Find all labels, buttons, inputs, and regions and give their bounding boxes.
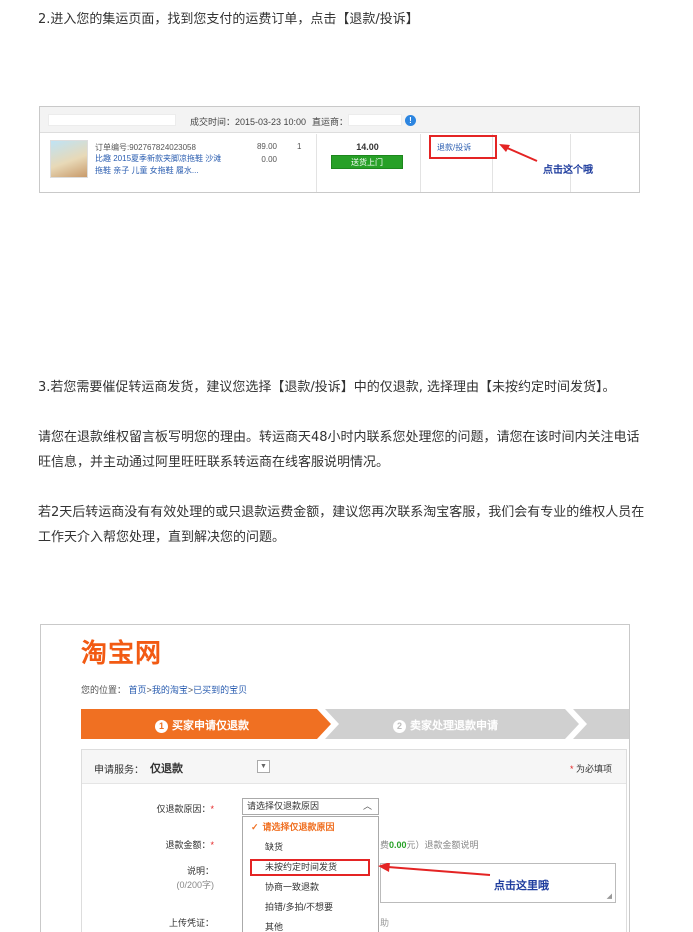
- reason1-line1: 请您在退款维权留言板写明您的理由。转运商天48小时内联系您处理您的问题，请您在该…: [38, 430, 640, 445]
- note-label: 说明：: [186, 866, 214, 876]
- reason-option[interactable]: 缺货: [243, 837, 378, 857]
- service-row: 申请服务： 仅退款 ▼ * 为必填项: [82, 750, 626, 784]
- masked-supplier: [348, 114, 402, 126]
- upload-hint: 助: [380, 918, 390, 928]
- reason-select[interactable]: 请选择仅退款原因 ︿: [242, 798, 379, 815]
- divider: [316, 134, 317, 192]
- product-thumbnail[interactable]: [50, 140, 88, 178]
- breadcrumb-home[interactable]: 首页: [129, 685, 147, 695]
- progress-steps: 1 买家申请仅退款 2 卖家处理退款申请: [81, 709, 629, 739]
- masked-field: [48, 114, 176, 126]
- upload-label: 上传凭证：: [168, 918, 214, 928]
- resize-handle-icon[interactable]: ◢: [607, 892, 612, 900]
- item-title-link[interactable]: 比趣 2015夏季新款夹脚凉拖鞋 沙滩拖鞋 亲子 儿童 女拖鞋 履水...: [95, 153, 225, 177]
- item-qty: 1: [297, 142, 302, 151]
- reason2-line1: 若2天后转运商没有有效处理的或只退款运费金额，建议您再次联系淘宝客服，我们会有专…: [38, 505, 645, 520]
- amount-note: 费0.00元）退款金额说明: [380, 838, 479, 851]
- reason-option[interactable]: 协商一致退款: [243, 877, 378, 897]
- step-3-bg: [573, 709, 629, 739]
- reason-option-label: 请选择仅退款原因: [262, 822, 335, 832]
- service-dropdown-icon[interactable]: ▼: [257, 760, 270, 773]
- item-price: 89.00: [256, 142, 277, 151]
- amount-label: 退款金额：*: [144, 838, 214, 851]
- breadcrumb-prefix: 您的位置：: [81, 685, 127, 695]
- service-value: 仅退款: [150, 763, 183, 775]
- click-here-annotation: 点击这里哦: [494, 880, 549, 892]
- required-star: *: [210, 840, 214, 850]
- step-2: 2 卖家处理退款申请: [393, 717, 498, 733]
- reason-option[interactable]: ✓ 请选择仅退款原因: [243, 817, 378, 837]
- amount-suffix: 元）退款金额说明: [406, 840, 479, 850]
- order-number: 订单编号:902767824023058: [95, 143, 196, 152]
- reason-option[interactable]: 其他: [243, 917, 378, 932]
- required-note: * 为必填项: [570, 762, 612, 775]
- reason-label-text: 仅退款原因：: [156, 804, 211, 814]
- breadcrumb-bought-items[interactable]: 已买到的宝贝: [193, 685, 247, 695]
- freight-amount: 14.00: [356, 142, 379, 152]
- option-highlight-box: [250, 859, 370, 876]
- red-arrow-icon: [378, 863, 491, 876]
- deal-time: 成交时间：2015-03-23 10:00: [190, 117, 307, 127]
- amount-value: 0.00: [389, 840, 407, 850]
- info-icon[interactable]: !: [405, 115, 416, 126]
- amount-label-text: 退款金额：: [165, 840, 211, 850]
- note-counter: (0/200字): [144, 878, 214, 891]
- supplier-label: 直运商：: [312, 117, 349, 127]
- reason2-line2: 工作天介入帮您处理，直到解决您的问题。: [38, 530, 286, 545]
- reason1-line2: 旺信息，并主动通过阿里旺旺联系转运商在线客服说明情况。: [38, 455, 390, 470]
- breadcrumb-my-taobao[interactable]: 我的淘宝: [152, 685, 188, 695]
- refund-complaint-link[interactable]: 退款/投诉: [437, 142, 471, 153]
- step-1: 1 买家申请仅退款: [155, 717, 249, 733]
- service-label: 申请服务：: [94, 765, 144, 776]
- order-screenshot: 成交时间：2015-03-23 10:00 直运商： ! 订单编号:902767…: [39, 106, 640, 193]
- checkmark-icon: ✓: [251, 822, 259, 832]
- step2-paragraph: 2.进入您的集运页面，找到您支付的运费订单，点击【退款/投诉】: [38, 12, 419, 27]
- red-arrow-icon: [499, 144, 538, 162]
- step-2-number: 2: [393, 720, 406, 733]
- reason-select-value: 请选择仅退款原因: [247, 801, 320, 811]
- refund-form: 申请服务： 仅退款 ▼ * 为必填项 仅退款原因：* 请选择仅退款原因 ︿ 退款…: [81, 749, 627, 932]
- divider: [420, 134, 421, 192]
- breadcrumb: 您的位置： 首页>我的淘宝>已买到的宝贝: [81, 683, 247, 696]
- required-star: *: [570, 764, 574, 774]
- deliver-button[interactable]: 送货上门: [331, 155, 403, 169]
- item-discount: 0.00: [261, 155, 277, 164]
- reason-option[interactable]: 拍错/多拍/不想要: [243, 897, 378, 917]
- order-header: 成交时间：2015-03-23 10:00 直运商： !: [40, 107, 639, 133]
- click-tip-annotation: 点击这个哦: [543, 165, 593, 176]
- refund-screenshot: 淘宝网 您的位置： 首页>我的淘宝>已买到的宝贝 1 买家申请仅退款 2 卖家处理退…: [40, 624, 630, 932]
- taobao-logo[interactable]: 淘宝网: [81, 633, 162, 670]
- step-1-number: 1: [155, 720, 168, 733]
- step3-paragraph: 3.若您需要催促转运商发货，建议您选择【退款/投诉】中的仅退款, 选择理由【未按…: [38, 380, 616, 395]
- amount-prefix: 费: [380, 840, 390, 850]
- note-counter-text: (0/200字): [176, 880, 214, 890]
- chevron-up-icon: ︿: [362, 801, 372, 811]
- step-2-label: 卖家处理退款申请: [410, 720, 498, 732]
- required-star: *: [210, 804, 214, 814]
- reason-label: 仅退款原因：*: [144, 802, 214, 815]
- step-1-label: 买家申请仅退款: [172, 720, 249, 732]
- required-note-text: 为必填项: [576, 764, 613, 774]
